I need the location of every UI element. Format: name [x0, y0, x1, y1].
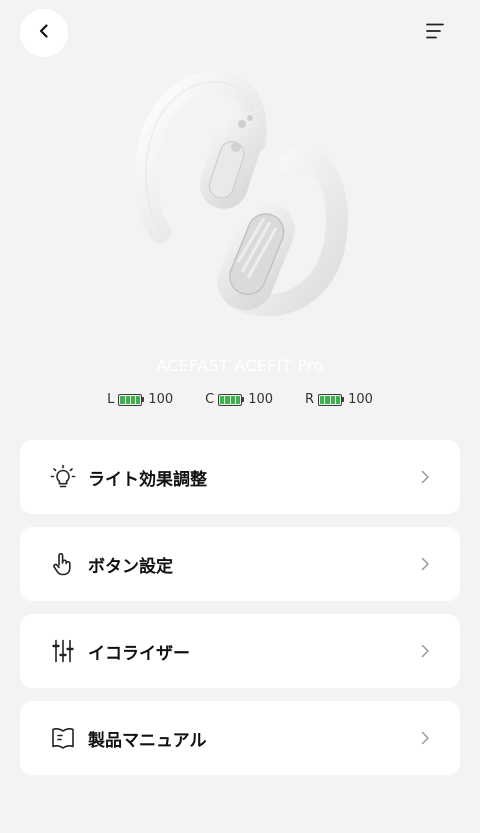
- chevron-left-icon: [36, 23, 52, 43]
- menu-item-light-effect[interactable]: ライト効果調整: [20, 440, 460, 514]
- battery-right: R 100: [305, 392, 373, 407]
- back-button[interactable]: [20, 9, 68, 57]
- battery-side-label: C: [205, 392, 215, 407]
- menu-item-label: イコライザー: [88, 643, 190, 664]
- menu-item-label: ボタン設定: [88, 556, 173, 577]
- menu-lines-icon: [425, 22, 445, 44]
- battery-left: L 100: [107, 392, 173, 407]
- battery-side-label: R: [305, 392, 315, 407]
- battery-level: 100: [148, 392, 174, 407]
- menu-item-label: ライト効果調整: [88, 469, 207, 490]
- menu-item-product-manual[interactable]: 製品マニュアル: [20, 701, 460, 775]
- device-name: ACEFAST ACEFIT Pro: [156, 356, 324, 375]
- battery-icon: [218, 393, 245, 406]
- chevron-right-icon: [418, 644, 432, 658]
- battery-status-row: L 100 C 100 R 100: [0, 392, 480, 407]
- equalizer-sliders-icon: [50, 638, 76, 664]
- battery-level: 100: [248, 392, 274, 407]
- earbuds-product-image: [130, 71, 350, 332]
- manual-book-icon: [50, 725, 76, 751]
- menu-item-label: 製品マニュアル: [88, 730, 207, 751]
- menu-button[interactable]: [420, 18, 450, 48]
- chevron-right-icon: [418, 557, 432, 571]
- battery-icon: [318, 393, 345, 406]
- lightbulb-icon: [50, 464, 76, 490]
- menu-item-equalizer[interactable]: イコライザー: [20, 614, 460, 688]
- battery-icon: [118, 393, 145, 406]
- battery-case: C 100: [205, 392, 273, 407]
- chevron-right-icon: [418, 731, 432, 745]
- menu-item-button-settings[interactable]: ボタン設定: [20, 527, 460, 601]
- chevron-right-icon: [418, 470, 432, 484]
- tap-hand-icon: [50, 551, 76, 577]
- battery-side-label: L: [107, 392, 115, 407]
- battery-level: 100: [348, 392, 373, 407]
